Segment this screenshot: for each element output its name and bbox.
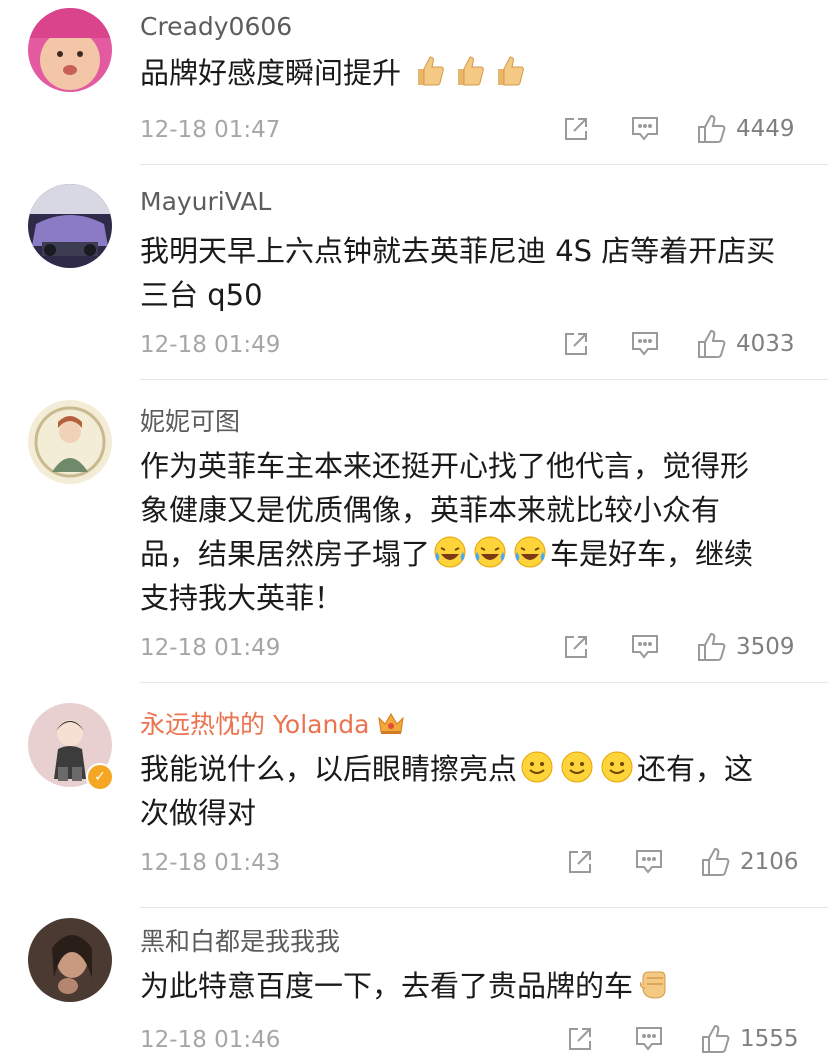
comment-button[interactable] [634, 1025, 664, 1053]
comment-text: 品牌好感度瞬间提升 [140, 51, 812, 95]
comment-icon [636, 850, 662, 874]
laugh-cry-emoji-icon [434, 536, 466, 568]
comment-time: 12-18 01:43 [140, 850, 281, 876]
thumbs-up-icon [498, 56, 525, 86]
comment-text: 为此特意百度一下，去看了贵品牌的车 [140, 964, 812, 1008]
like-count: 4033 [736, 331, 795, 357]
comment-time: 12-18 01:49 [140, 332, 281, 358]
smile-emoji-icon [601, 751, 633, 783]
thumbs-up-icon [458, 56, 485, 86]
like-count: 4449 [736, 116, 795, 142]
avatar[interactable] [28, 400, 112, 484]
comment-item: Cready0606 品牌好感度瞬间提升 12-18 01:47 4449 [0, 0, 828, 165]
comment-button[interactable] [634, 848, 664, 876]
comment-text: 作为英菲车主本来还挺开心找了他代言，觉得形 象健康又是优质偶像，英菲本来就比较小… [140, 449, 754, 615]
share-button[interactable] [566, 1025, 594, 1053]
like-button[interactable]: 2106 [700, 846, 799, 878]
thumbs-up-outline-icon [698, 632, 726, 661]
share-button[interactable] [562, 633, 590, 661]
username[interactable]: Cready0606 [140, 12, 292, 41]
username[interactable]: 永远热忱的 Yolanda [140, 705, 406, 741]
thumbs-up-outline-icon [702, 1024, 730, 1053]
comment-time: 12-18 01:47 [140, 117, 281, 143]
comment-button[interactable] [630, 633, 660, 661]
like-button[interactable]: 1555 [700, 1023, 799, 1055]
like-button[interactable]: 4449 [696, 113, 795, 145]
share-icon [569, 1028, 591, 1050]
comment-item: 黑和白都是我我我 为此特意百度一下，去看了贵品牌的车 12-18 01:46 1… [0, 908, 828, 1064]
comment-text: 我明天早上六点钟就去英菲尼迪 4S 店等着开店买 三台 q50 [140, 234, 776, 312]
share-button[interactable] [562, 115, 590, 143]
comment-icon [632, 117, 658, 141]
comment-button[interactable] [630, 330, 660, 358]
username[interactable]: 妮妮可图 [140, 402, 240, 438]
share-icon [569, 851, 591, 873]
avatar[interactable] [28, 184, 112, 268]
smile-emoji-icon [561, 751, 593, 783]
comment-icon [632, 332, 658, 356]
fist-emoji-icon [640, 971, 666, 999]
comment-time: 12-18 01:49 [140, 635, 281, 661]
smile-emoji-icon [521, 751, 553, 783]
thumbs-up-outline-icon [702, 847, 730, 876]
share-button[interactable] [566, 848, 594, 876]
share-icon [565, 118, 587, 140]
comment-item: ✓ 永远热忱的 Yolanda 我能说什么，以后眼睛擦亮点 还有，这 次做得对 1… [0, 683, 828, 908]
crown-icon [377, 713, 404, 734]
thumbs-up-outline-icon [698, 329, 726, 358]
comment-item: MayuriVAL 我明天早上六点钟就去英菲尼迪 4S 店等着开店买 三台 q5… [0, 165, 828, 380]
avatar[interactable] [28, 8, 112, 92]
like-button[interactable]: 3509 [696, 631, 795, 663]
share-button[interactable] [562, 330, 590, 358]
like-count: 1555 [740, 1026, 799, 1052]
avatar[interactable] [28, 918, 112, 1002]
username[interactable]: 黑和白都是我我我 [140, 922, 340, 958]
like-count: 2106 [740, 849, 799, 875]
like-button[interactable]: 4033 [696, 328, 795, 360]
comment-button[interactable] [630, 115, 660, 143]
username[interactable]: MayuriVAL [140, 187, 271, 216]
comment-icon [636, 1027, 662, 1051]
comment-item: 妮妮可图 作为英菲车主本来还挺开心找了他代言，觉得形 象健康又是优质偶像，英菲本… [0, 380, 828, 683]
comment-icon [632, 635, 658, 659]
like-count: 3509 [736, 634, 795, 660]
share-icon [565, 636, 587, 658]
laugh-cry-emoji-icon [474, 536, 506, 568]
comment-time: 12-18 01:46 [140, 1027, 281, 1053]
thumbs-up-outline-icon [698, 114, 726, 143]
comment-text: 我能说什么，以后眼睛擦亮点 还有，这 次做得对 [140, 747, 812, 835]
thumbs-up-icon [418, 56, 445, 86]
laugh-cry-emoji-icon [514, 536, 546, 568]
share-icon [565, 333, 587, 355]
verified-badge-icon: ✓ [86, 763, 114, 791]
